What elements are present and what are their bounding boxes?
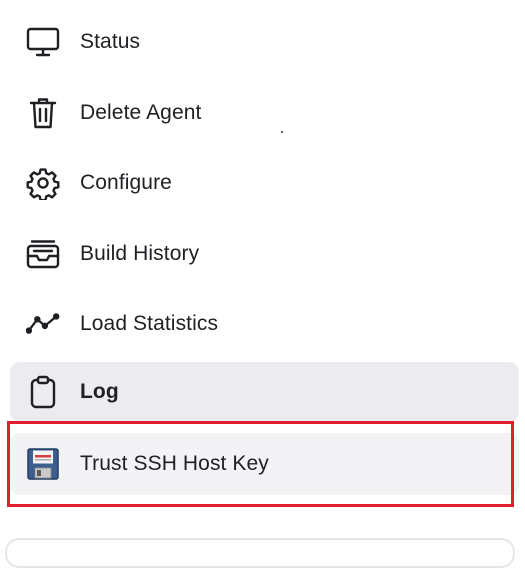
menu-item-label: Trust SSH Host Key [80, 452, 269, 475]
menu-item-label: Log [80, 380, 119, 403]
menu-item-status[interactable]: Status [10, 13, 519, 71]
menu-item-load-statistics[interactable]: Load Statistics [10, 295, 519, 353]
stray-dot [281, 131, 283, 133]
menu-item-label: Status [80, 30, 141, 53]
menu-item-build-history[interactable]: Build History [10, 225, 519, 283]
floppy-disk-icon [26, 447, 60, 481]
menu-item-label: Build History [80, 242, 200, 265]
menu-item-label: Configure [80, 171, 172, 194]
menu-item-trust-ssh-host-key[interactable]: Trust SSH Host Key [10, 433, 519, 495]
menu-item-log[interactable]: Log [10, 362, 519, 422]
trash-icon [26, 96, 60, 130]
next-panel-edge [5, 538, 515, 568]
menu-item-label: Load Statistics [80, 312, 219, 335]
menu-item-label: Delete Agent [80, 101, 202, 124]
clipboard-icon [26, 375, 60, 409]
inbox-tray-icon [26, 237, 60, 271]
menu-item-configure[interactable]: Configure [10, 154, 519, 212]
monitor-icon [26, 25, 60, 59]
menu-item-delete-agent[interactable]: Delete Agent [10, 84, 519, 142]
gear-icon [26, 166, 60, 200]
line-chart-icon [26, 307, 60, 341]
